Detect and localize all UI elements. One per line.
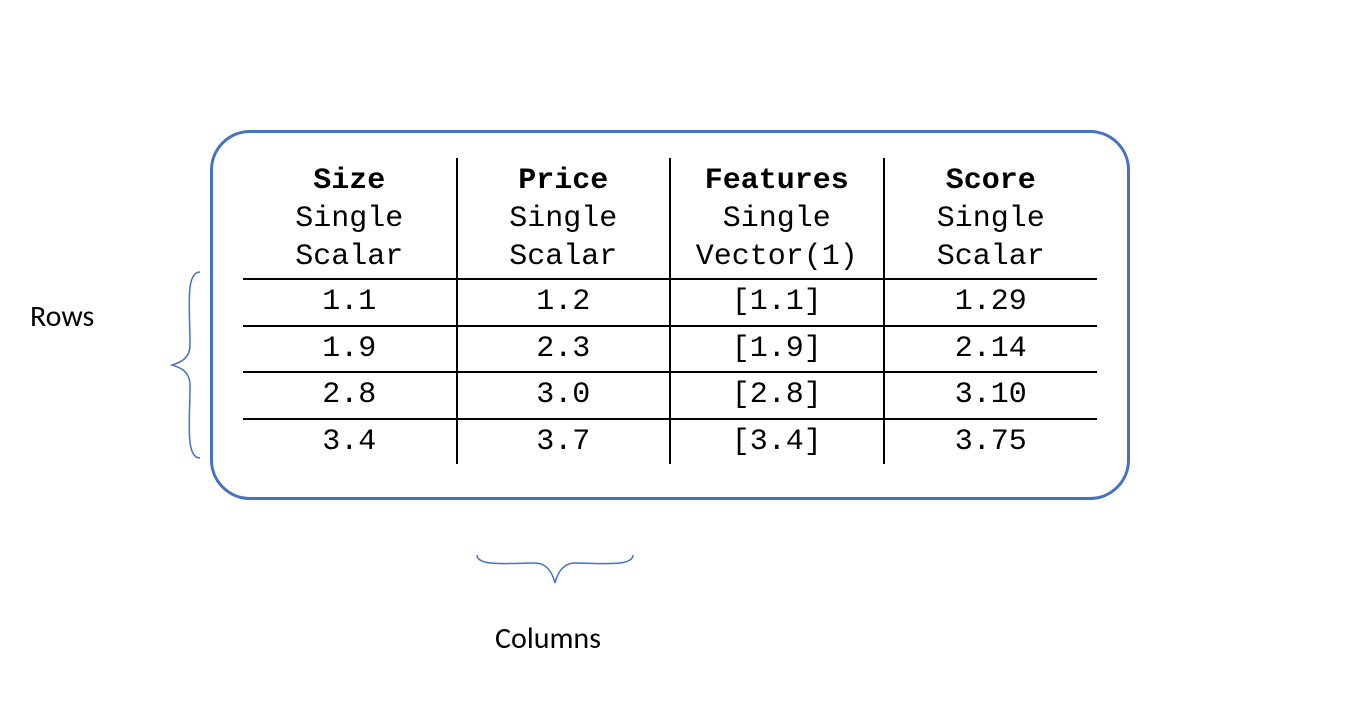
table-row: 2.8 3.0 [2.8] 3.10 <box>243 372 1097 419</box>
diagram-canvas: Rows Size Price Features Score Single Si… <box>0 0 1354 724</box>
cell-size: 1.9 <box>243 326 457 373</box>
cell-score: 2.14 <box>884 326 1098 373</box>
cell-price: 3.7 <box>457 419 671 465</box>
cell-features: [1.1] <box>670 279 884 326</box>
col-type-score: Scalar <box>884 238 1098 279</box>
cell-size: 1.1 <box>243 279 457 326</box>
cell-price: 2.3 <box>457 326 671 373</box>
cell-features: [1.9] <box>670 326 884 373</box>
cell-features: [2.8] <box>670 372 884 419</box>
col-kind-price: Single <box>457 200 671 238</box>
col-name-price: Price <box>457 158 671 200</box>
data-table: Size Price Features Score Single Single … <box>243 158 1097 464</box>
cell-score: 3.10 <box>884 372 1098 419</box>
left-brace-icon <box>170 270 210 460</box>
cell-score: 3.75 <box>884 419 1098 465</box>
header-names-row: Size Price Features Score <box>243 158 1097 200</box>
col-type-size: Scalar <box>243 238 457 279</box>
col-name-features: Features <box>670 158 884 200</box>
table-row: 1.9 2.3 [1.9] 2.14 <box>243 326 1097 373</box>
bottom-brace-icon <box>475 545 635 595</box>
table-row: 1.1 1.2 [1.1] 1.29 <box>243 279 1097 326</box>
cell-features: [3.4] <box>670 419 884 465</box>
cell-size: 2.8 <box>243 372 457 419</box>
header-kind-row: Single Single Single Single <box>243 200 1097 238</box>
header-type-row: Scalar Scalar Vector(1) Scalar <box>243 238 1097 279</box>
col-kind-features: Single <box>670 200 884 238</box>
cell-price: 1.2 <box>457 279 671 326</box>
col-kind-score: Single <box>884 200 1098 238</box>
table-row: 3.4 3.7 [3.4] 3.75 <box>243 419 1097 465</box>
col-type-features: Vector(1) <box>670 238 884 279</box>
col-name-size: Size <box>243 158 457 200</box>
rows-axis-label: Rows <box>30 298 94 335</box>
col-type-price: Scalar <box>457 238 671 279</box>
cell-score: 1.29 <box>884 279 1098 326</box>
cell-size: 3.4 <box>243 419 457 465</box>
columns-axis-label: Columns <box>495 620 601 657</box>
col-name-score: Score <box>884 158 1098 200</box>
col-kind-size: Single <box>243 200 457 238</box>
table-container: Size Price Features Score Single Single … <box>210 130 1130 500</box>
cell-price: 3.0 <box>457 372 671 419</box>
